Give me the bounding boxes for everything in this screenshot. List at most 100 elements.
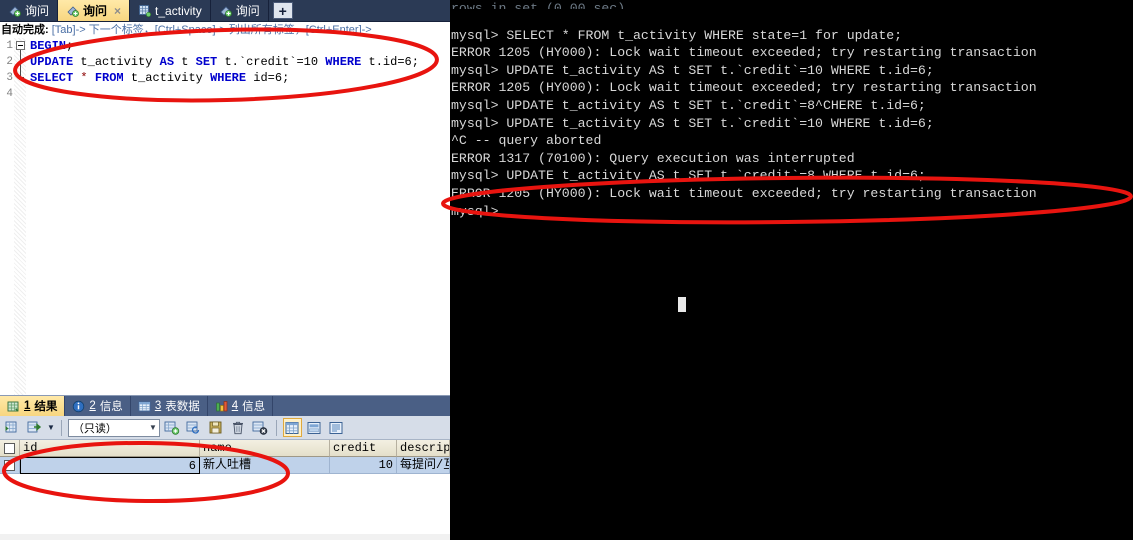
editor-tab-query-1[interactable]: 询问 bbox=[0, 0, 59, 21]
new-tab-button[interactable]: + bbox=[272, 2, 293, 19]
sql-editor-pane: 询问 询问 × t_activity 询问 + 自动完成: [Tab]-> 下一… bbox=[0, 0, 450, 540]
refresh-record-icon[interactable] bbox=[185, 418, 204, 437]
line-number: 2 bbox=[6, 56, 13, 68]
result-tab-results[interactable]: 1 结果 bbox=[0, 396, 66, 416]
info-icon bbox=[72, 400, 85, 413]
result-grid[interactable]: id name credit description 6 新人吐槽 10 每提问… bbox=[0, 440, 450, 534]
result-tab-label: 信息 bbox=[242, 401, 266, 413]
column-header-credit[interactable]: credit bbox=[330, 440, 397, 457]
terminal-line: mysql> UPDATE t_activity AS t SET t.`cre… bbox=[451, 115, 934, 131]
terminal-line: mysql> UPDATE t_activity AS t SET t.`cre… bbox=[451, 62, 934, 78]
cell-description[interactable]: 每提问/互动一次,互动人积分+1 bbox=[397, 457, 450, 474]
delete-record-icon[interactable] bbox=[229, 418, 248, 437]
result-tab-number: 3 bbox=[154, 400, 162, 412]
table-icon bbox=[138, 4, 152, 18]
toolbar-separator bbox=[60, 419, 62, 436]
chart-info-icon bbox=[215, 400, 228, 413]
line-number: 1 bbox=[6, 40, 13, 52]
readonly-select[interactable]: （只读） ▼ bbox=[67, 418, 160, 437]
form-view-icon[interactable] bbox=[305, 418, 324, 437]
line-number-gutter: 1 2 3 4 bbox=[0, 38, 14, 395]
column-header-name[interactable]: name bbox=[200, 440, 330, 457]
query-icon bbox=[8, 4, 21, 17]
checkbox-icon[interactable] bbox=[4, 442, 15, 454]
code-token: ; bbox=[66, 39, 74, 53]
line-number: 3 bbox=[6, 72, 13, 84]
terminal-line: mysql> UPDATE t_activity AS t SET t.`cre… bbox=[451, 168, 926, 184]
close-icon[interactable]: × bbox=[114, 4, 121, 18]
chevron-down-icon: ▼ bbox=[149, 423, 157, 432]
code-token: WHERE bbox=[210, 71, 247, 85]
editor-tab-label: 询问 bbox=[25, 4, 50, 18]
toolbar-separator bbox=[275, 419, 277, 436]
terminal-line: ERROR 1205 (HY000): Lock wait timeout ex… bbox=[451, 45, 1037, 61]
code-token: id=6; bbox=[246, 71, 290, 85]
editor-tab-bar: 询问 询问 × t_activity 询问 + bbox=[0, 0, 450, 22]
editor-tab-label: t_activity bbox=[155, 3, 202, 18]
row-select-checkbox-cell[interactable] bbox=[0, 457, 20, 474]
screen-root: 询问 询问 × t_activity 询问 + 自动完成: [Tab]-> 下一… bbox=[0, 0, 1133, 540]
sql-code-editor[interactable]: 1 2 3 4 BEGIN; UPDATE t_activity AS t SET… bbox=[0, 38, 450, 395]
code-token: WHERE bbox=[325, 55, 362, 69]
terminal-cursor bbox=[678, 297, 686, 312]
mysql-terminal[interactable]: rows in set (0.00 sec) mysql> SELECT * F… bbox=[450, 0, 1133, 540]
column-header-id[interactable]: id bbox=[20, 440, 200, 457]
code-token: t.`credit`=10 bbox=[217, 55, 326, 69]
code-token: UPDATE bbox=[30, 55, 74, 69]
editor-tab-query-2[interactable]: 询问 × bbox=[58, 0, 131, 21]
editor-tab-label: 询问 bbox=[83, 4, 108, 18]
readonly-select-value: （只读） bbox=[72, 422, 117, 435]
dropdown-caret-icon[interactable]: ▼ bbox=[47, 423, 55, 432]
line-number: 4 bbox=[6, 88, 13, 100]
result-tab-info-1[interactable]: 2 信息 bbox=[65, 396, 131, 416]
cell-credit[interactable]: 10 bbox=[330, 457, 397, 474]
results-toolbar: ▼ （只读） ▼ bbox=[0, 416, 450, 440]
column-header-description[interactable]: description bbox=[397, 440, 450, 457]
text-view-icon[interactable] bbox=[327, 418, 346, 437]
sql-code-text[interactable]: BEGIN; UPDATE t_activity AS t SET t.`cred… bbox=[26, 38, 450, 395]
code-fold-column[interactable] bbox=[14, 38, 26, 395]
grid-view-icon[interactable] bbox=[282, 418, 302, 437]
code-token: t bbox=[174, 55, 196, 69]
cell-name[interactable]: 新人吐槽 bbox=[200, 457, 330, 474]
result-grid-icon bbox=[7, 400, 20, 413]
cell-id[interactable]: 6 bbox=[20, 457, 200, 474]
code-line: SELECT * FROM t_activity WHERE id=6; bbox=[30, 70, 450, 86]
result-tab-number: 1 bbox=[24, 400, 31, 412]
code-token: t_activity bbox=[123, 71, 211, 85]
table-row[interactable]: 6 新人吐槽 10 每提问/互动一次,互动人积分+1 bbox=[0, 457, 450, 474]
select-all-checkbox-cell[interactable] bbox=[0, 440, 20, 457]
result-tab-info-2[interactable]: 4 信息 bbox=[208, 396, 274, 416]
code-token: t_activity bbox=[73, 55, 160, 69]
grid-header-row: id name credit description bbox=[0, 440, 450, 457]
result-tab-label: 信息 bbox=[99, 401, 123, 413]
autocomplete-hint-prefix: 自动完成: bbox=[1, 24, 49, 36]
code-line: BEGIN; bbox=[30, 38, 450, 54]
terminal-line: ERROR 1205 (HY000): Lock wait timeout ex… bbox=[451, 185, 1037, 201]
cancel-record-icon[interactable] bbox=[251, 418, 270, 437]
add-record-icon[interactable] bbox=[163, 418, 182, 437]
grid-empty-area bbox=[0, 474, 450, 534]
terminal-line: ERROR 1317 (70100): Query execution was … bbox=[451, 150, 855, 166]
fold-collapse-icon[interactable] bbox=[16, 41, 25, 50]
code-token: BEGIN bbox=[30, 39, 67, 53]
result-tab-label: 结果 bbox=[34, 401, 58, 413]
terminal-line: rows in set (0.00 sec) bbox=[451, 1, 626, 9]
export-records-icon[interactable] bbox=[25, 418, 44, 437]
terminal-line: ERROR 1205 (HY000): Lock wait timeout ex… bbox=[451, 80, 1037, 96]
checkbox-icon[interactable] bbox=[4, 459, 15, 471]
result-tab-table-data[interactable]: 3 表数据 bbox=[131, 396, 208, 416]
code-line: UPDATE t_activity AS t SET t.`credit`=10… bbox=[30, 54, 450, 70]
results-tab-bar: 1 结果 2 信息 3 表数据 4 信息 bbox=[0, 396, 450, 416]
save-record-icon[interactable] bbox=[207, 418, 226, 437]
terminal-line: mysql> SELECT * FROM t_activity WHERE st… bbox=[451, 27, 903, 43]
result-tab-number: 2 bbox=[89, 400, 96, 412]
apply-changes-icon[interactable] bbox=[3, 418, 22, 437]
result-tab-number: 4 bbox=[231, 400, 239, 412]
editor-tab-t-activity[interactable]: t_activity bbox=[130, 0, 211, 21]
query-icon bbox=[219, 4, 232, 17]
editor-tab-query-3[interactable]: 询问 bbox=[210, 0, 269, 21]
